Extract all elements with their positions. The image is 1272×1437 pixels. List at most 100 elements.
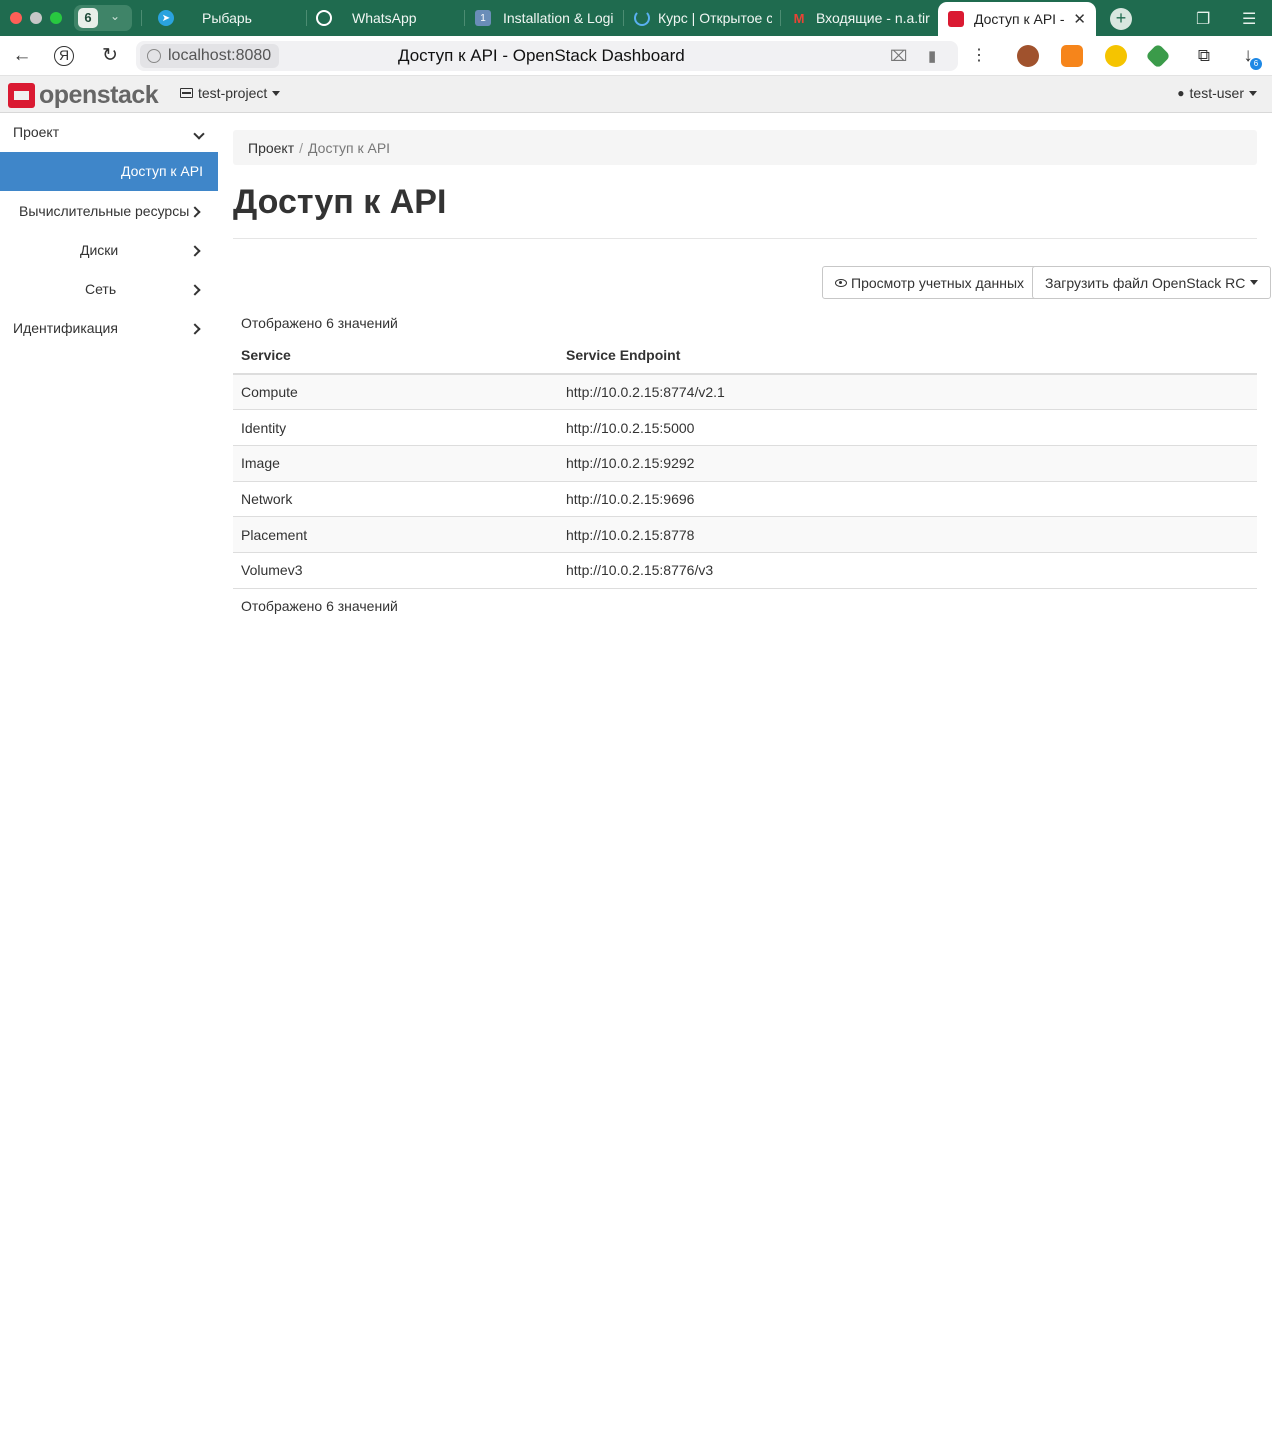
chevron-right-icon [189,320,201,336]
tab-separator [464,10,465,26]
sidebar: Проект Доступ к API Вычислительные ресур… [0,113,218,347]
sidebar-item-compute[interactable]: Вычислительные ресурсы [0,191,218,230]
sidebar-section-identity[interactable]: Идентификация [0,308,218,347]
chevron-right-icon [189,242,201,258]
menu-icon[interactable]: ☰ [1242,9,1256,29]
cell-service: Network [233,481,558,518]
new-tab-button[interactable]: + [1110,8,1132,30]
openstack-logo[interactable]: openstack [8,81,159,110]
eye-icon [835,278,847,287]
table-row: Network http://10.0.2.15:9696 [233,481,1257,518]
sidebar-item-volumes[interactable]: Диски [0,230,218,269]
download-rc-button[interactable]: Загрузить файл OpenStack RC [1032,266,1272,299]
extension-face-icon[interactable] [1105,45,1127,67]
whatsapp-icon [316,10,332,26]
project-icon [180,88,193,98]
loading-spinner-icon [634,10,650,26]
browser-tab-strip: 6 ⌄ ➤ Рыбарь WhatsApp 1 Installation & L… [0,0,1272,36]
table-row: Placement http://10.0.2.15:8778 [233,516,1257,553]
downloads-badge: 6 [1250,58,1262,70]
chevron-right-icon [189,203,201,219]
table-row: Image http://10.0.2.15:9292 [233,445,1257,482]
caret-down-icon [272,90,281,96]
site-info-icon[interactable] [147,49,161,63]
tab-installation[interactable]: 1 Installation & Logi [475,4,615,32]
cell-service: Compute [233,374,558,411]
address-host: localhost:8080 [140,44,280,68]
extension-mushroom-icon[interactable] [1017,45,1039,67]
cell-endpoint: http://10.0.2.15:8774/v2.1 [558,374,1257,411]
tab-kurs[interactable]: Курс | Открытое с [634,4,772,32]
cell-endpoint: http://10.0.2.15:9292 [558,445,1257,482]
yandex-icon[interactable]: Я [54,46,74,66]
items-count-bottom: Отображено 6 значений [241,597,398,614]
table-actions: Просмотр учетных данных Загрузить файл O… [233,266,1272,299]
chevron-down-icon [193,125,205,141]
maximize-window-button[interactable] [50,12,62,24]
tab-whatsapp[interactable]: WhatsApp [316,4,456,32]
tab-rybar[interactable]: ➤ Рыбарь [158,4,298,32]
page-title: Доступ к API [233,183,447,221]
browser-toolbar: ← Я ↻ localhost:8080 Доступ к API - Open… [0,36,1272,76]
tab-group-button[interactable]: 6 ⌄ [74,5,132,31]
close-tab-icon[interactable]: ✕ [1073,10,1086,28]
sidebar-item-api-access[interactable]: Доступ к API [0,152,218,191]
translate-icon[interactable]: ⌧ [890,47,907,65]
back-icon[interactable]: ← [10,44,34,68]
cell-service: Image [233,445,558,482]
breadcrumb-separator: / [299,140,304,156]
metamask-icon[interactable] [1061,45,1083,67]
cell-endpoint: http://10.0.2.15:5000 [558,409,1257,446]
caret-down-icon [1250,280,1259,285]
breadcrumb-current: Доступ к API [308,140,391,156]
project-dropdown[interactable]: test-project [180,85,281,101]
column-header-endpoint[interactable]: Service Endpoint [558,347,1257,375]
page-title-in-omnibox: Доступ к API - OpenStack Dashboard [398,46,685,65]
openstack-icon [948,11,964,27]
page-header: Доступ к API [233,183,1257,239]
tab-gmail[interactable]: M Входящие - n.a.tir [791,4,931,32]
chevron-right-icon [189,281,201,297]
table-row: Volumev3 http://10.0.2.15:8776/v3 [233,552,1257,589]
minimize-window-button[interactable] [30,12,42,24]
tab-api-access[interactable]: Доступ к API - C ✕ [938,2,1096,36]
extension-star-icon[interactable] [1145,43,1171,69]
chevron-down-icon: ⌄ [110,9,121,23]
cell-endpoint: http://10.0.2.15:8778 [558,516,1257,553]
tab-separator [780,10,781,26]
tab-separator [141,10,142,26]
openstack-navbar: openstack test-project ● test-user [0,76,1272,113]
view-credentials-button[interactable]: Просмотр учетных данных [822,266,1038,299]
telegram-icon: ➤ [158,10,174,26]
close-window-button[interactable] [10,12,22,24]
openstack-logo-icon [8,83,35,108]
cell-service: Volumev3 [233,552,558,589]
1password-icon: 1 [475,10,491,26]
gmail-icon: M [793,10,805,26]
cell-endpoint: http://10.0.2.15:9696 [558,481,1257,518]
main-content: Проект / Доступ к API Доступ к API Просмот… [233,130,1272,614]
user-icon: ● [1177,86,1185,100]
table-header-row: Service Service Endpoint [233,347,1257,375]
more-options-icon[interactable]: ⋮ [967,44,991,68]
cell-endpoint: http://10.0.2.15:8776/v3 [558,552,1257,589]
breadcrumb: Проект / Доступ к API [233,130,1257,165]
cell-service: Placement [233,516,558,553]
sidebar-item-network[interactable]: Сеть [0,269,218,308]
column-header-service[interactable]: Service [233,347,558,375]
endpoints-table: Service Service Endpoint Compute http://… [233,347,1257,589]
user-dropdown[interactable]: ● test-user [1177,85,1257,101]
breadcrumb-project[interactable]: Проект [248,140,294,156]
table-row: Identity http://10.0.2.15:5000 [233,409,1257,446]
tab-separator [623,10,624,26]
sidebar-section-project[interactable]: Проект [0,113,218,152]
items-count-top: Отображено 6 значений [241,315,398,331]
cell-service: Identity [233,409,558,446]
collections-icon[interactable]: ❐ [1196,9,1210,29]
tab-group-count: 6 [78,8,98,28]
table-row: Compute http://10.0.2.15:8774/v2.1 [233,374,1257,411]
bookmark-icon[interactable]: ▮ [928,47,936,65]
reload-icon[interactable]: ↻ [98,44,122,68]
address-bar[interactable]: localhost:8080 Доступ к API - OpenStack … [136,41,958,71]
extensions-icon[interactable]: ⧉ [1192,44,1216,68]
